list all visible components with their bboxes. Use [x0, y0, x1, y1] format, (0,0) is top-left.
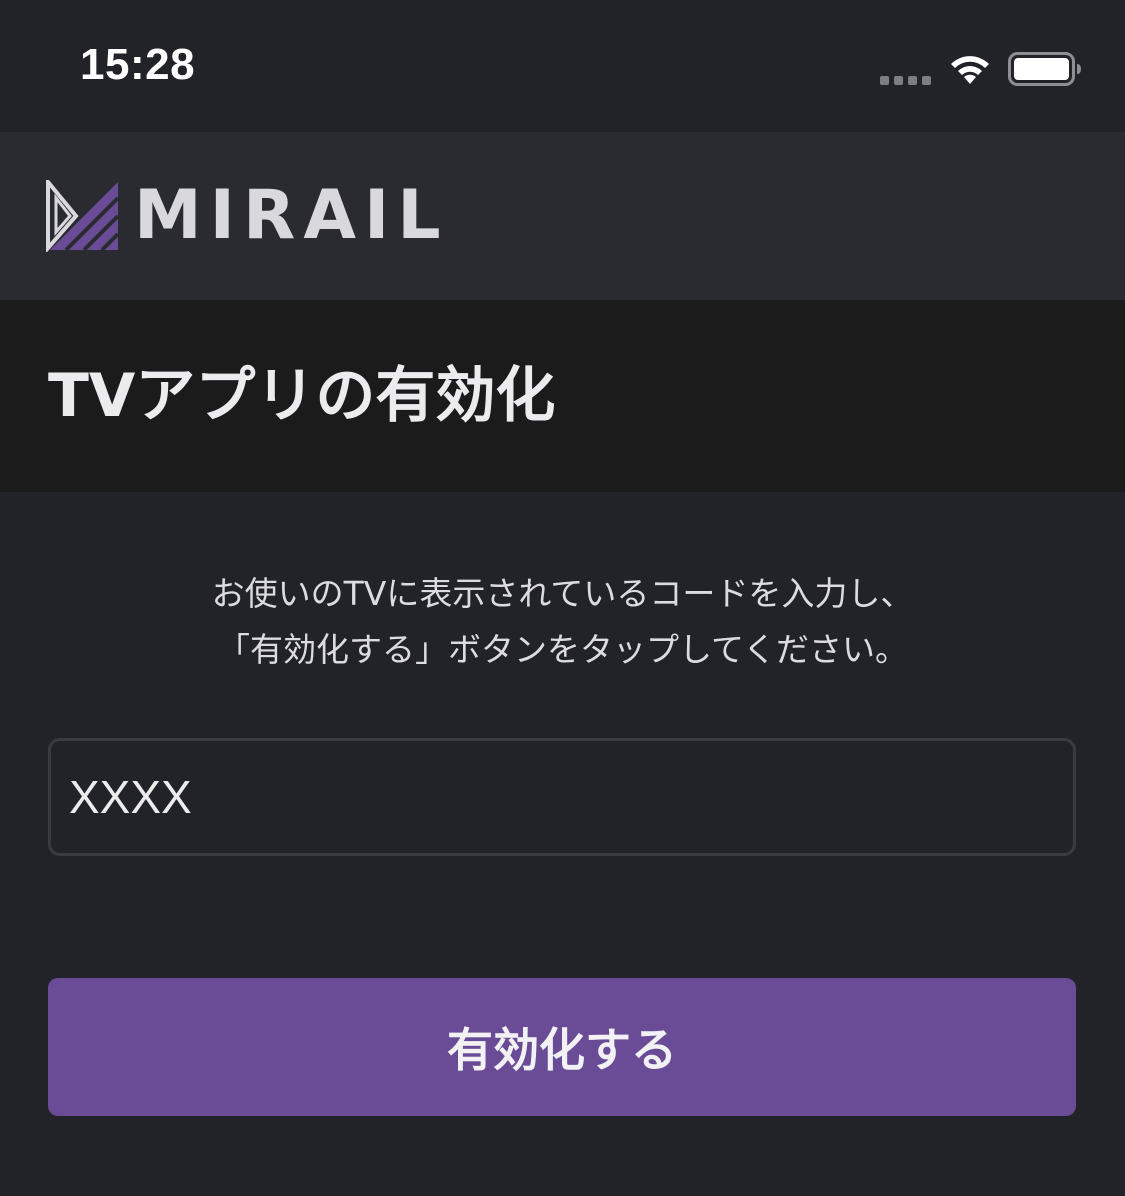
- activation-code-input[interactable]: [48, 738, 1076, 856]
- wifi-icon: [951, 56, 989, 84]
- status-time: 15:28: [80, 40, 196, 89]
- activate-button[interactable]: 有効化する: [48, 978, 1076, 1116]
- mirail-logo-icon[interactable]: [46, 180, 120, 252]
- battery-icon: [1008, 52, 1081, 86]
- signal-dots-icon: [880, 76, 931, 85]
- status-bar: 15:28: [0, 0, 1125, 132]
- instruction-line-1: お使いのTVに表示されているコードを入力し、: [211, 574, 914, 613]
- page-title: TVアプリの有効化: [48, 361, 556, 431]
- brand-logo-text: MIRAIL: [134, 176, 449, 255]
- instruction-text: お使いのTVに表示されているコードを入力し、 「有効化する」ボタンをタップしてく…: [0, 566, 1125, 678]
- instruction-line-2: 「有効化する」ボタンをタップしてください。: [216, 630, 909, 669]
